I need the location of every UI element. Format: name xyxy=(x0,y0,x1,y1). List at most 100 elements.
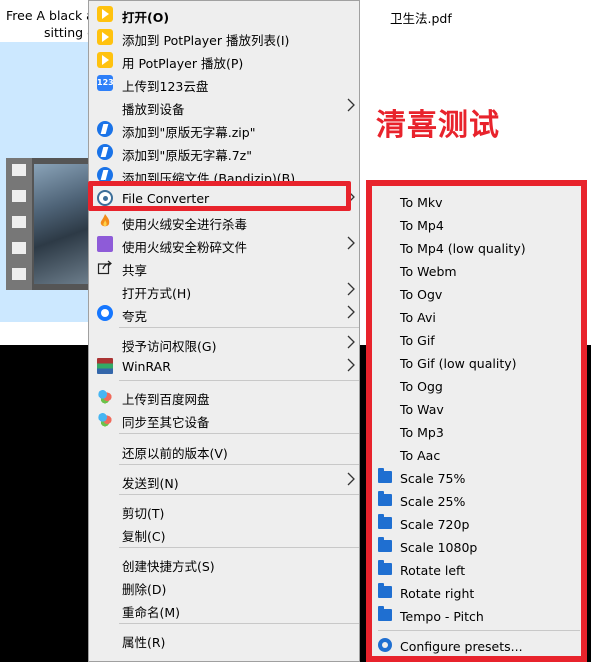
menu-item-label: 添加到"原版无字幕.7z" xyxy=(122,148,252,163)
submenu-item-to-mp4[interactable]: To Mp4 xyxy=(372,214,581,237)
potplayer-icon xyxy=(97,29,113,45)
submenu-item-label: To Webm xyxy=(400,264,457,279)
submenu-item-to-gif[interactable]: To Gif xyxy=(372,329,581,352)
menu-item-quark[interactable]: 夸克 xyxy=(89,302,359,324)
submenu-item-to-mp4-low[interactable]: To Mp4 (low quality) xyxy=(372,237,581,260)
menu-item-label: 剪切(T) xyxy=(122,506,165,521)
menu-item-label: 使用火绒安全粉碎文件 xyxy=(122,240,248,255)
file-converter-highlight-box xyxy=(88,181,351,211)
chevron-right-icon xyxy=(347,335,355,349)
menu-separator xyxy=(119,494,359,495)
video-thumbnail[interactable] xyxy=(6,158,90,290)
menu-item-open[interactable]: 打开(O) xyxy=(89,3,359,25)
submenu-item-label: To Mp4 (low quality) xyxy=(400,241,526,256)
film-hole xyxy=(12,242,26,254)
submenu-item-to-avi[interactable]: To Avi xyxy=(372,306,581,329)
menu-item-rename[interactable]: 重命名(M) xyxy=(89,598,359,620)
menu-item-winrar[interactable]: WinRAR xyxy=(89,355,359,377)
submenu-item-to-ogv[interactable]: To Ogv xyxy=(372,283,581,306)
submenu-item-label: Rotate right xyxy=(400,586,475,601)
menu-item-huorong-shred[interactable]: 使用火绒安全粉碎文件 xyxy=(89,233,359,255)
folder-icon xyxy=(378,514,392,529)
menu-item-create-shortcut[interactable]: 创建快捷方式(S) xyxy=(89,552,359,574)
menu-item-label: 使用火绒安全进行杀毒 xyxy=(122,217,248,232)
menu-item-delete[interactable]: 删除(D) xyxy=(89,575,359,597)
menu-item-add-7z[interactable]: 添加到"原版无字幕.7z" xyxy=(89,141,359,163)
menu-item-label: 用 PotPlayer 播放(P) xyxy=(122,56,244,71)
menu-item-label: 属性(R) xyxy=(122,635,166,650)
submenu-item-to-mkv[interactable]: To Mkv xyxy=(372,191,581,214)
submenu-item-to-webm[interactable]: To Webm xyxy=(372,260,581,283)
menu-item-restore-previous[interactable]: 还原以前的版本(V) xyxy=(89,439,359,461)
menu-item-label: 还原以前的版本(V) xyxy=(122,446,228,461)
menu-item-play-with-potplayer[interactable]: 用 PotPlayer 播放(P) xyxy=(89,49,359,71)
submenu-item-label: To Mp4 xyxy=(400,218,444,233)
submenu-item-rotate-right[interactable]: Rotate right xyxy=(372,582,581,605)
submenu-item-label: Scale 25% xyxy=(400,494,466,509)
submenu-item-label: To Wav xyxy=(400,402,444,417)
submenu-item-label: Scale 75% xyxy=(400,471,466,486)
file-name-left-line2[interactable]: sitting c xyxy=(44,25,94,40)
submenu-item-label: To Ogg xyxy=(400,379,443,394)
menu-item-label: 播放到设备 xyxy=(122,102,185,117)
submenu-item-to-ogg[interactable]: To Ogg xyxy=(372,375,581,398)
menu-item-share[interactable]: 共享 xyxy=(89,256,359,278)
folder-icon xyxy=(378,468,392,483)
folder-icon xyxy=(378,491,392,506)
chevron-right-icon xyxy=(347,472,355,486)
menu-item-add-to-potplayer-playlist[interactable]: 添加到 PotPlayer 播放列表(I) xyxy=(89,26,359,48)
menu-item-copy[interactable]: 复制(C) xyxy=(89,522,359,544)
file-name-left[interactable]: Free A black a xyxy=(6,8,94,23)
potplayer-icon xyxy=(97,6,113,22)
submenu-item-scale-75[interactable]: Scale 75% xyxy=(372,467,581,490)
film-hole xyxy=(12,216,26,228)
menu-separator xyxy=(119,327,359,328)
menu-item-label: 删除(D) xyxy=(122,582,167,597)
menu-item-add-zip[interactable]: 添加到"原版无字幕.zip" xyxy=(89,118,359,140)
menu-item-sync-devices[interactable]: 同步至其它设备 xyxy=(89,408,359,430)
menu-item-label: 重命名(M) xyxy=(122,605,181,620)
menu-separator xyxy=(119,623,359,624)
chevron-right-icon xyxy=(347,98,355,112)
submenu-item-label: Rotate left xyxy=(400,563,466,578)
menu-item-label: 上传到百度网盘 xyxy=(122,392,210,407)
file-name-pdf[interactable]: 卫生法.pdf xyxy=(390,8,452,27)
submenu-item-scale-1080p[interactable]: Scale 1080p xyxy=(372,536,581,559)
submenu-item-to-mp3[interactable]: To Mp3 xyxy=(372,421,581,444)
menu-item-open-with[interactable]: 打开方式(H) xyxy=(89,279,359,301)
submenu-item-to-gif-low[interactable]: To Gif (low quality) xyxy=(372,352,581,375)
menu-item-label: 上传到123云盘 xyxy=(122,79,209,94)
folder-icon xyxy=(378,606,392,621)
menu-item-upload-baidu[interactable]: 上传到百度网盘 xyxy=(89,385,359,407)
submenu-separator xyxy=(378,630,580,631)
submenu-item-scale-720p[interactable]: Scale 720p xyxy=(372,513,581,536)
chevron-right-icon xyxy=(347,282,355,296)
huorong-flame-icon xyxy=(100,214,110,227)
film-hole xyxy=(12,190,26,202)
submenu-item-configure-presets[interactable]: Configure presets... xyxy=(372,635,581,658)
menu-item-grant-access[interactable]: 授予访问权限(G) xyxy=(89,332,359,354)
menu-item-cut[interactable]: 剪切(T) xyxy=(89,499,359,521)
potplayer-icon xyxy=(97,52,113,68)
submenu-item-tempo-pitch[interactable]: Tempo - Pitch xyxy=(372,605,581,628)
submenu-item-label: Scale 1080p xyxy=(400,540,478,555)
menu-item-play-to-device[interactable]: 播放到设备 xyxy=(89,95,359,117)
menu-separator xyxy=(119,464,359,465)
film-hole xyxy=(12,268,26,280)
submenu-item-to-wav[interactable]: To Wav xyxy=(372,398,581,421)
submenu-item-scale-25[interactable]: Scale 25% xyxy=(372,490,581,513)
menu-separator xyxy=(119,433,359,434)
submenu-item-label: Configure presets... xyxy=(400,639,523,654)
submenu-item-label: To Gif xyxy=(400,333,435,348)
bandizip-icon xyxy=(97,121,113,137)
film-strip xyxy=(6,158,32,290)
cloud-123-icon: 123 xyxy=(97,75,114,91)
menu-item-send-to[interactable]: 发送到(N) xyxy=(89,469,359,491)
submenu-item-rotate-left[interactable]: Rotate left xyxy=(372,559,581,582)
menu-item-properties[interactable]: 属性(R) xyxy=(89,628,359,650)
menu-item-huorong-scan[interactable]: 使用火绒安全进行杀毒 xyxy=(89,210,359,232)
submenu-item-label: Tempo - Pitch xyxy=(400,609,484,624)
submenu-item-label: To Mkv xyxy=(400,195,443,210)
menu-item-upload-123[interactable]: 123 上传到123云盘 xyxy=(89,72,359,94)
submenu-item-to-aac[interactable]: To Aac xyxy=(372,444,581,467)
